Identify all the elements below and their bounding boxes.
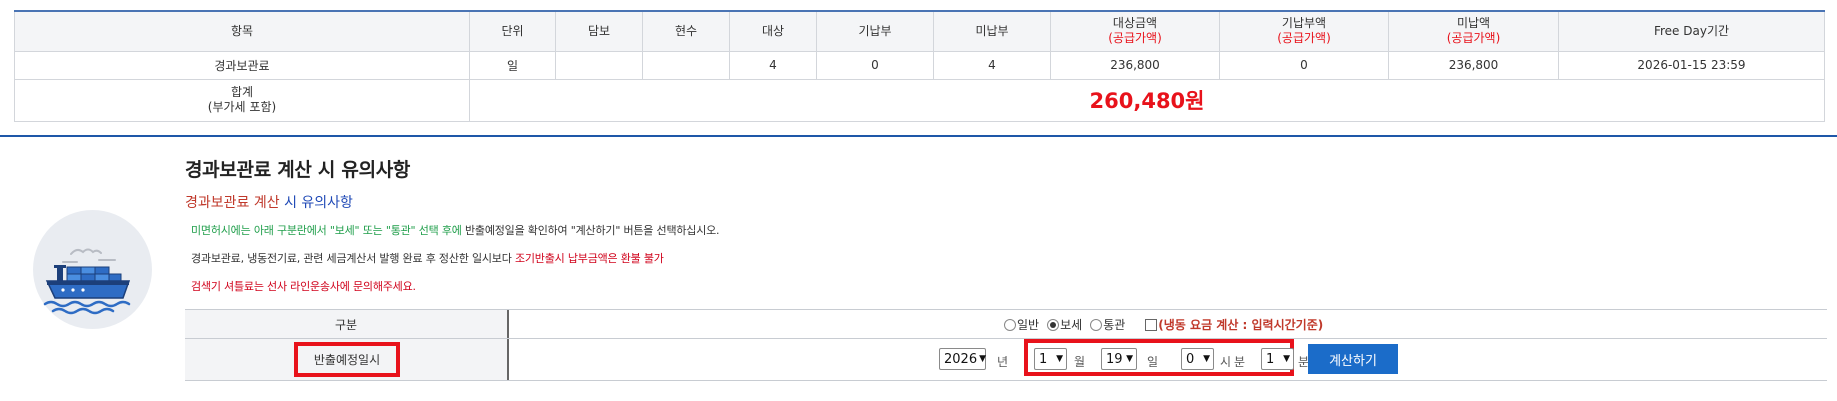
notice-line-1: 미면허시에는 아래 구분란에서 "보세" 또는 "통관" 선택 후에 반출예정일… bbox=[191, 222, 720, 238]
cell-paid: 0 bbox=[816, 50, 934, 80]
radio-bonded-dot[interactable] bbox=[1047, 318, 1060, 331]
hour-unit-2: 분 bbox=[1234, 355, 1246, 369]
date-label: 반출예정일시 bbox=[294, 342, 400, 377]
hour-value: 0 bbox=[1186, 351, 1195, 367]
cell-target-amount: 236,800 bbox=[1050, 50, 1220, 80]
radio-customs[interactable]: 통관 bbox=[1090, 316, 1125, 333]
cell-target: 4 bbox=[729, 50, 817, 80]
cell-free-day: 2026-01-15 23:59 bbox=[1558, 50, 1825, 80]
notice-title: 경과보관료 계산 시 유의사항 bbox=[185, 159, 411, 181]
radio-bonded-label: 보세 bbox=[1060, 318, 1083, 332]
category-options: 일반 보세 통관 (냉동 요금 계산 : 입력시간기준) bbox=[509, 310, 1827, 338]
refrigeration-checkbox-label: (냉동 요금 계산 : 입력시간기준) bbox=[1158, 318, 1324, 332]
chevron-down-icon: ▼ bbox=[979, 354, 987, 364]
cell-collateral bbox=[555, 50, 643, 80]
notice-subtitle-part2: 시 유의사항 bbox=[279, 195, 353, 211]
header-target-amount: 대상금액 (공급가액) bbox=[1050, 10, 1220, 52]
cell-unpaid-amount: 236,800 bbox=[1388, 50, 1559, 80]
notice-subtitle-part1: 경과보관료 계산 bbox=[185, 195, 280, 211]
header-unit: 단위 bbox=[469, 10, 556, 52]
radio-customs-label: 통관 bbox=[1103, 318, 1126, 332]
category-row: 구분 일반 보세 통관 (냉동 요금 계산 : 입력시간기준) bbox=[185, 309, 1827, 339]
cargo-ship-icon bbox=[43, 248, 131, 315]
year-value: 2026 bbox=[944, 351, 978, 367]
calculate-button[interactable]: 계산하기 bbox=[1308, 344, 1398, 374]
year-unit: 년 bbox=[997, 355, 1009, 369]
minute-select[interactable]: 1 ▼ bbox=[1261, 348, 1294, 370]
month-value: 1 bbox=[1039, 351, 1048, 367]
fee-summary-table: 항목 단위 담보 현수 대상 기납부 미납부 대상금액 (공급가액) 기납부액 (공… bbox=[14, 10, 1825, 122]
chevron-down-icon: ▼ bbox=[1056, 354, 1063, 364]
notice-line-2-text: 경과보관료, 냉동전기료, 관련 세금계산서 발행 완료 후 정산한 일시보다 bbox=[191, 252, 515, 265]
hour-unit: 시 bbox=[1220, 355, 1232, 369]
category-label: 구분 bbox=[185, 310, 509, 338]
notice-line-2: 경과보관료, 냉동전기료, 관련 세금계산서 발행 완료 후 정산한 일시보다 … bbox=[191, 250, 664, 266]
day-value: 19 bbox=[1106, 351, 1123, 367]
cell-unit: 일 bbox=[469, 50, 556, 80]
cell-unpaid: 4 bbox=[933, 50, 1051, 80]
radio-general-dot[interactable] bbox=[1004, 318, 1016, 331]
year-select[interactable]: 2026 ▼ bbox=[939, 348, 986, 370]
cell-count bbox=[642, 50, 730, 80]
header-unpaid-amount: 미납액 (공급가액) bbox=[1388, 10, 1559, 52]
header-unpaid: 미납부 bbox=[933, 10, 1051, 52]
month-unit: 월 bbox=[1074, 355, 1086, 369]
radio-general-label: 일반 bbox=[1017, 318, 1040, 332]
notice-line-2-highlight: 조기반출시 납부금액은 환불 불가 bbox=[514, 252, 664, 265]
chevron-down-icon: ▼ bbox=[1126, 354, 1133, 364]
cell-paid-amount: 0 bbox=[1219, 50, 1389, 80]
radio-customs-dot[interactable] bbox=[1090, 318, 1103, 331]
refrigeration-checkbox[interactable]: (냉동 요금 계산 : 입력시간기준) bbox=[1145, 316, 1323, 333]
hour-select[interactable]: 0 ▼ bbox=[1181, 348, 1214, 370]
table-row: 경과보관료 일 4 0 4 236,800 0 236,800 2026-01-… bbox=[14, 50, 1825, 80]
header-paid: 기납부 bbox=[816, 10, 934, 52]
cell-item: 경과보관료 bbox=[14, 50, 470, 80]
notice-line-1-highlight: 미면허시에는 아래 구분란에서 "보세" 또는 "통관" 선택 후에 bbox=[191, 224, 462, 237]
notice-line-1-text: 반출예정일을 확인하여 "계산하기" 버튼을 선택하십시오. bbox=[461, 224, 720, 237]
header-paid-amount: 기납부액 (공급가액) bbox=[1219, 10, 1389, 52]
total-row: 합계 (부가세 포함) 260,480원 bbox=[14, 78, 1825, 122]
header-item: 항목 bbox=[14, 10, 470, 52]
month-select[interactable]: 1 ▼ bbox=[1034, 348, 1067, 370]
minute-value: 1 bbox=[1266, 351, 1275, 367]
total-amount: 260,480원 bbox=[469, 78, 1825, 122]
section-divider bbox=[0, 135, 1837, 137]
release-date-form: 구분 일반 보세 통관 (냉동 요금 계산 : 입력시간기준) 반출예정일시 2… bbox=[185, 309, 1827, 381]
date-label-cell: 반출예정일시 bbox=[185, 339, 509, 380]
day-select[interactable]: 19 ▼ bbox=[1101, 348, 1137, 370]
radio-bonded[interactable]: 보세 bbox=[1047, 316, 1082, 333]
total-label: 합계 (부가세 포함) bbox=[14, 78, 470, 122]
chevron-down-icon: ▼ bbox=[1203, 354, 1210, 364]
header-collateral: 담보 bbox=[555, 10, 643, 52]
radio-general[interactable]: 일반 bbox=[1004, 316, 1039, 333]
chevron-down-icon: ▼ bbox=[1283, 354, 1290, 364]
fee-table-header-row: 항목 단위 담보 현수 대상 기납부 미납부 대상금액 (공급가액) 기납부액 (공… bbox=[14, 10, 1825, 52]
notice-subtitle: 경과보관료 계산 시 유의사항 bbox=[185, 192, 353, 212]
header-free-day: Free Day기간 bbox=[1558, 10, 1825, 52]
refrigeration-checkbox-box[interactable] bbox=[1145, 318, 1158, 331]
date-inputs: 2026 ▼ 년 1 ▼ 월 19 ▼ 일 0 ▼ 시 분 1 ▼ 분 계산하기 bbox=[509, 339, 1827, 380]
header-count: 현수 bbox=[642, 10, 730, 52]
date-row: 반출예정일시 2026 ▼ 년 1 ▼ 월 19 ▼ 일 0 ▼ 시 분 1 ▼ 분 계산… bbox=[185, 339, 1827, 381]
ship-illustration bbox=[33, 210, 152, 329]
header-target: 대상 bbox=[729, 10, 817, 52]
day-unit: 일 bbox=[1147, 355, 1159, 369]
notice-line-3: 검색기 셔틀료는 선사 라인운송사에 문의해주세요. bbox=[191, 280, 416, 293]
